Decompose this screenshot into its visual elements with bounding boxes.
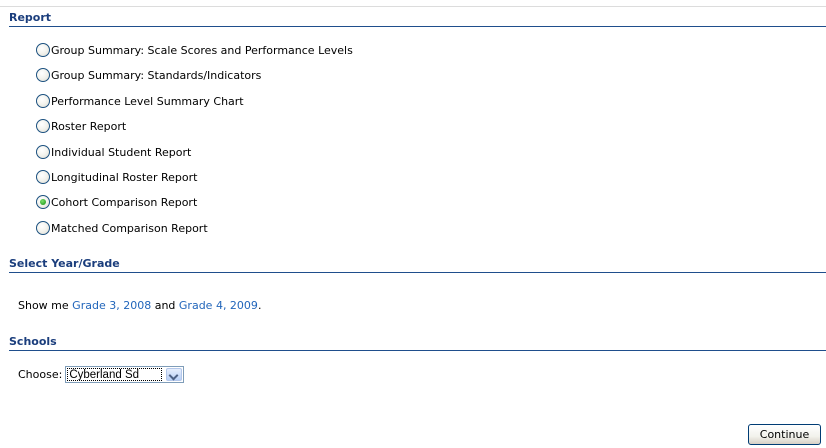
radio-label[interactable]: Group Summary: Standards/Indicators <box>51 69 261 82</box>
year-grade-sentence: Show me Grade 3, 2008 and Grade 4, 2009. <box>18 299 261 312</box>
year-grade-section-header: Select Year/Grade <box>9 254 826 273</box>
report-type-radio-group: Group Summary: Scale Scores and Performa… <box>36 43 353 246</box>
grade-year-link-second[interactable]: Grade 4, 2009 <box>179 299 258 312</box>
report-section-header: Report <box>9 8 826 27</box>
radio-label[interactable]: Matched Comparison Report <box>51 222 208 235</box>
report-option-cohort-comparison-report[interactable]: Cohort Comparison Report <box>36 195 353 220</box>
grade-year-link-first[interactable]: Grade 3, 2008 <box>72 299 151 312</box>
radio-button-selected[interactable] <box>36 195 50 210</box>
chevron-down-icon[interactable] <box>166 368 183 381</box>
choose-label: Choose: <box>18 368 63 381</box>
radio-label[interactable]: Individual Student Report <box>51 146 191 159</box>
report-option-performance-level-summary-chart[interactable]: Performance Level Summary Chart <box>36 93 353 119</box>
year-grade-conjunction: and <box>151 299 179 312</box>
radio-label[interactable]: Longitudinal Roster Report <box>51 171 197 184</box>
school-select[interactable]: Cyberland Sd <box>65 366 185 383</box>
report-header-label: Report <box>9 11 52 24</box>
radio-button[interactable] <box>36 68 50 83</box>
radio-label[interactable]: Cohort Comparison Report <box>51 196 197 209</box>
radio-label[interactable]: Roster Report <box>51 120 126 133</box>
report-options-form: Report Group Summary: Scale Scores and P… <box>0 0 826 448</box>
radio-label[interactable]: Group Summary: Scale Scores and Performa… <box>51 44 353 57</box>
year-grade-prefix: Show me <box>18 299 73 312</box>
continue-button[interactable]: Continue <box>748 424 821 445</box>
year-grade-suffix: . <box>257 299 262 312</box>
report-option-roster-report[interactable]: Roster Report <box>36 119 353 144</box>
year-grade-header-label: Select Year/Grade <box>9 257 120 270</box>
report-option-longitudinal-roster-report[interactable]: Longitudinal Roster Report <box>36 169 353 195</box>
schools-header-label: Schools <box>9 335 57 348</box>
school-chooser: Choose: Cyberland Sd <box>18 366 185 383</box>
report-option-group-summary-standards[interactable]: Group Summary: Standards/Indicators <box>36 68 353 93</box>
radio-button[interactable] <box>36 93 50 108</box>
radio-button[interactable] <box>36 144 50 159</box>
schools-section-header: Schools <box>9 332 826 351</box>
radio-button[interactable] <box>36 220 50 235</box>
radio-label[interactable]: Performance Level Summary Chart <box>51 95 244 108</box>
top-border <box>0 0 826 7</box>
report-option-matched-comparison-report[interactable]: Matched Comparison Report <box>36 220 353 246</box>
radio-button[interactable] <box>36 43 50 57</box>
report-option-individual-student-report[interactable]: Individual Student Report <box>36 144 353 170</box>
radio-button[interactable] <box>36 169 50 184</box>
radio-button[interactable] <box>36 119 50 134</box>
school-select-value[interactable]: Cyberland Sd <box>67 368 163 381</box>
report-option-group-summary-scale-scores[interactable]: Group Summary: Scale Scores and Performa… <box>36 43 353 68</box>
